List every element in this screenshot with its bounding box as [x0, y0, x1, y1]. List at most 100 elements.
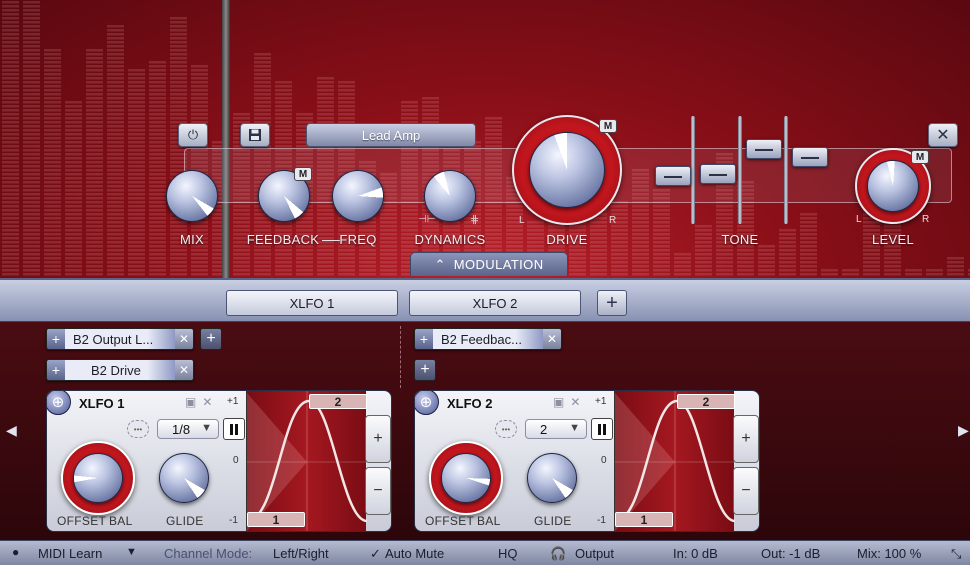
- lfo2-keytrig-button[interactable]: [591, 418, 613, 440]
- lfo2-scale-bottom: -1: [597, 515, 606, 526]
- target-plus-icon[interactable]: +: [47, 360, 65, 380]
- drive-modulation-badge[interactable]: M: [599, 119, 617, 133]
- lfo2-sync-icon[interactable]: •••: [495, 420, 517, 438]
- mix-level: Mix: 100 %: [857, 546, 922, 561]
- close-button[interactable]: ✕: [928, 123, 958, 147]
- close-icon: ✕: [936, 127, 950, 144]
- lfo1-offset-label: OFFSET: [57, 514, 107, 528]
- lfo2-close-icon[interactable]: ✕: [570, 395, 580, 409]
- lfo1-glide-knob[interactable]: [159, 453, 209, 503]
- lfo2-waveform: [614, 391, 736, 531]
- drive-knob[interactable]: [529, 132, 605, 208]
- freq-knob[interactable]: [332, 170, 384, 222]
- lfo2-remove-step-button[interactable]: −: [733, 467, 759, 515]
- panel-divider: [222, 0, 230, 278]
- feedback-modulation-badge[interactable]: M: [294, 167, 312, 181]
- target-plus-icon[interactable]: +: [47, 329, 65, 349]
- hq-toggle[interactable]: HQ: [498, 546, 518, 561]
- midi-learn-dropdown-icon[interactable]: ▼: [126, 546, 137, 558]
- tone-slider-2[interactable]: [700, 164, 736, 184]
- lfo2-target-1[interactable]: + B2 Feedbac... ✕: [414, 328, 562, 350]
- lfo1-close-icon[interactable]: ✕: [202, 395, 212, 409]
- lfo1-glide-label: GLIDE: [166, 514, 204, 528]
- mix-label: MIX: [179, 232, 204, 247]
- lfo2-title: XLFO 2: [447, 396, 493, 411]
- modulation-area: ◀ ▶ + B2 Output L... ✕ + + B2 Drive ✕ + …: [0, 322, 970, 540]
- remove-target-icon[interactable]: ✕: [175, 329, 193, 349]
- lfo-tab-strip: XLFO 1 XLFO 2 +: [0, 278, 970, 322]
- lfo1-target-1[interactable]: + B2 Output L... ✕: [46, 328, 194, 350]
- auto-mute-toggle[interactable]: Auto Mute: [385, 546, 444, 561]
- lfo1-keytrig-button[interactable]: [223, 418, 245, 440]
- lfo1-sync-icon[interactable]: •••: [127, 420, 149, 438]
- tone-slider-1[interactable]: [655, 166, 691, 186]
- level-right-label: R: [922, 214, 930, 225]
- lfo2-add-target-button[interactable]: +: [414, 359, 436, 381]
- scroll-right-icon[interactable]: ▶: [958, 422, 969, 439]
- power-button[interactable]: ⏻: [178, 123, 208, 147]
- drive-label: DRIVE: [546, 232, 588, 247]
- level-modulation-badge[interactable]: M: [911, 150, 929, 164]
- lfo2-offset-knob[interactable]: [441, 453, 491, 503]
- channel-mode-label: Channel Mode:: [164, 546, 253, 561]
- lfo2-step-top[interactable]: 2: [677, 394, 735, 409]
- lfo1-scale-mid: 0: [233, 455, 239, 466]
- lfo2-step-bottom[interactable]: 1: [615, 512, 673, 527]
- plus-icon: +: [606, 291, 618, 314]
- drive-right-label: R: [609, 215, 617, 226]
- lfo2-glide-knob[interactable]: [527, 453, 577, 503]
- lfo1-step-top[interactable]: 2: [309, 394, 367, 409]
- lfo1-step-bottom[interactable]: 1: [247, 512, 305, 527]
- dynamics-label: DYNAMICS: [414, 232, 486, 247]
- lfo1-add-step-button[interactable]: +: [365, 415, 391, 463]
- level-knob[interactable]: [867, 160, 919, 212]
- tab-xlfo-2[interactable]: XLFO 2: [409, 290, 581, 316]
- lfo2-waveform-display[interactable]: 2 1: [614, 391, 736, 531]
- auto-mute-checkmark-icon[interactable]: ✓: [370, 546, 381, 562]
- power-icon: ⏻: [187, 127, 199, 142]
- status-bar: ● MIDI Learn ▼ Channel Mode: Left/Right …: [0, 540, 970, 565]
- lfo2-save-icon[interactable]: ▣: [553, 395, 564, 409]
- lfo1-add-target-button[interactable]: +: [200, 328, 222, 350]
- lfo1-target-2[interactable]: + B2 Drive ✕: [46, 359, 194, 381]
- lfo1-scale-bottom: -1: [229, 515, 238, 526]
- tab-xlfo-1[interactable]: XLFO 1: [226, 290, 398, 316]
- lfo1-rate-select[interactable]: 1/8 ▼: [157, 419, 219, 439]
- lfo1-waveform-display[interactable]: 2 1: [246, 391, 368, 531]
- chevron-down-icon: ▼: [569, 422, 580, 434]
- output-level: Out: -1 dB: [761, 546, 821, 561]
- scroll-left-icon[interactable]: ◀: [6, 422, 17, 439]
- resize-icon[interactable]: ⤡: [951, 546, 961, 562]
- tone-slider-3[interactable]: [746, 139, 782, 159]
- lfo2-drag-target-icon[interactable]: ⊕: [415, 391, 439, 415]
- lfo2-scale-top: +1: [595, 396, 607, 407]
- add-lfo-button[interactable]: +: [597, 290, 627, 316]
- lfo1-save-icon[interactable]: ▣: [185, 395, 196, 409]
- channel-mode-value[interactable]: Left/Right: [273, 546, 329, 561]
- midi-learn-button[interactable]: MIDI Learn: [38, 546, 102, 561]
- save-icon: [249, 129, 261, 141]
- headphones-icon[interactable]: 🎧: [550, 546, 566, 562]
- lfo2-add-step-button[interactable]: +: [733, 415, 759, 463]
- lfo1-remove-step-button[interactable]: −: [365, 467, 391, 515]
- preset-selector[interactable]: Lead Amp: [306, 123, 476, 147]
- lfo1-drag-target-icon[interactable]: ⊕: [47, 391, 71, 415]
- mix-knob[interactable]: [166, 170, 218, 222]
- remove-target-icon[interactable]: ✕: [543, 329, 561, 349]
- level-label: LEVEL: [872, 232, 914, 247]
- lfo2-bal-label: BAL: [477, 514, 501, 528]
- output-toggle[interactable]: Output: [575, 546, 614, 561]
- lfo2-module: ⊕ XLFO 2 ▣ ✕ ••• 2 ▼ OFFSET BAL GLIDE +1 …: [414, 390, 760, 532]
- lfo1-waveform: [246, 391, 368, 531]
- tone-slider-4[interactable]: [792, 147, 828, 167]
- modulation-toggle[interactable]: ⌃ MODULATION: [410, 252, 568, 276]
- target-plus-icon[interactable]: +: [415, 329, 433, 349]
- freq-label: FREQ: [339, 232, 377, 247]
- chevron-down-icon: ▼: [201, 422, 212, 434]
- lfo2-offset-label: OFFSET: [425, 514, 475, 528]
- lfo2-rate-select[interactable]: 2 ▼: [525, 419, 587, 439]
- lfo1-bal-label: BAL: [109, 514, 133, 528]
- remove-target-icon[interactable]: ✕: [175, 360, 193, 380]
- save-preset-button[interactable]: [240, 123, 270, 147]
- lfo1-offset-knob[interactable]: [73, 453, 123, 503]
